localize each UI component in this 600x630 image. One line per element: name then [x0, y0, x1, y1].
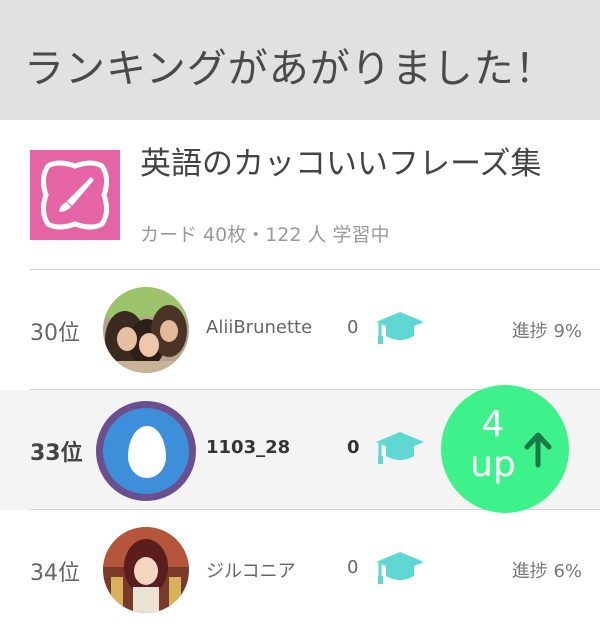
rank-label: 34位 [30, 561, 80, 586]
progress-text: 進捗 9% [511, 321, 582, 342]
rank-up-count: 4 [481, 404, 505, 445]
rank-label: 33位 [30, 441, 83, 466]
rank-label: 30位 [30, 321, 80, 346]
ranking-row[interactable]: 34位 ジルコニア 0 進捗 6% [0, 510, 600, 630]
header-title: ランキングがあがりました！ [24, 46, 556, 92]
username: ジルコニア [206, 561, 296, 582]
photo-avatar [103, 287, 189, 373]
score: 0 [347, 557, 359, 578]
deck-card[interactable]: 英語のカッコいいフレーズ集 カード 40枚・122 人 学習中 [0, 120, 600, 270]
egg-icon [128, 426, 166, 478]
username: AliiBrunette [206, 317, 313, 338]
deck-title: 英語のカッコいいフレーズ集 [140, 146, 542, 182]
score: 0 [347, 437, 360, 458]
ranking-row[interactable]: 30位 AliiBrunette 0 進捗 9% [0, 270, 600, 390]
score: 0 [347, 317, 359, 338]
rank-up-badge: 4 up [441, 385, 569, 513]
anime-avatar [103, 527, 189, 613]
graduation-cap-icon [374, 422, 426, 466]
egg-avatar [96, 401, 196, 501]
header-bar: ランキングがあがりました！ [0, 0, 600, 120]
rank-up-label: up [470, 444, 516, 485]
paintbrush-frame-icon [30, 150, 120, 240]
progress-text: 進捗 6% [511, 561, 582, 582]
username: 1103_28 [206, 437, 291, 458]
arrow-up-icon [524, 432, 552, 468]
graduation-cap-icon [374, 542, 426, 586]
graduation-cap-icon [374, 302, 426, 346]
deck-meta: カード 40枚・122 人 学習中 [140, 224, 390, 246]
